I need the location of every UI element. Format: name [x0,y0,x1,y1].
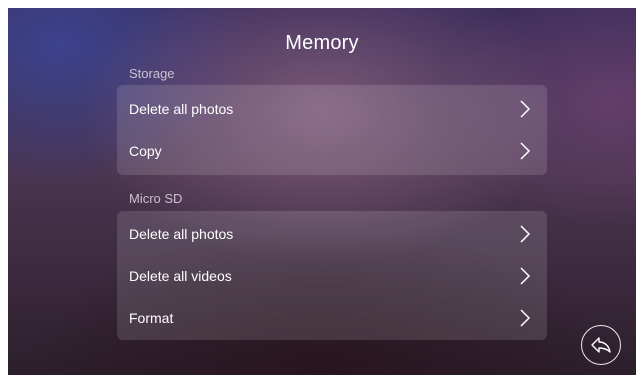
memory-screen: Memory Storage Delete all photos Copy Mi… [8,8,636,375]
storage-copy-item[interactable]: Copy [117,130,547,172]
microsd-card: Delete all photos Delete all videos Form… [117,211,547,340]
chevron-right-icon [520,142,531,160]
storage-delete-all-photos-item[interactable]: Delete all photos [117,88,547,130]
menu-item-label: Delete all photos [129,226,234,242]
back-arrow-icon [591,337,611,353]
menu-item-label: Delete all videos [129,268,232,284]
section-label-storage: Storage [129,66,175,81]
chevron-right-icon [520,267,531,285]
section-label-microsd: Micro SD [129,191,183,206]
menu-item-label: Format [129,310,174,326]
microsd-delete-all-photos-item[interactable]: Delete all photos [117,213,547,255]
back-button[interactable] [581,325,621,365]
microsd-format-item[interactable]: Format [117,297,547,339]
menu-item-label: Delete all photos [129,101,234,117]
page-title: Memory [285,32,359,54]
chevron-right-icon [520,100,531,118]
microsd-delete-all-videos-item[interactable]: Delete all videos [117,255,547,297]
menu-item-label: Copy [129,143,162,159]
chevron-right-icon [520,309,531,327]
chevron-right-icon [520,225,531,243]
storage-card: Delete all photos Copy [117,85,547,175]
